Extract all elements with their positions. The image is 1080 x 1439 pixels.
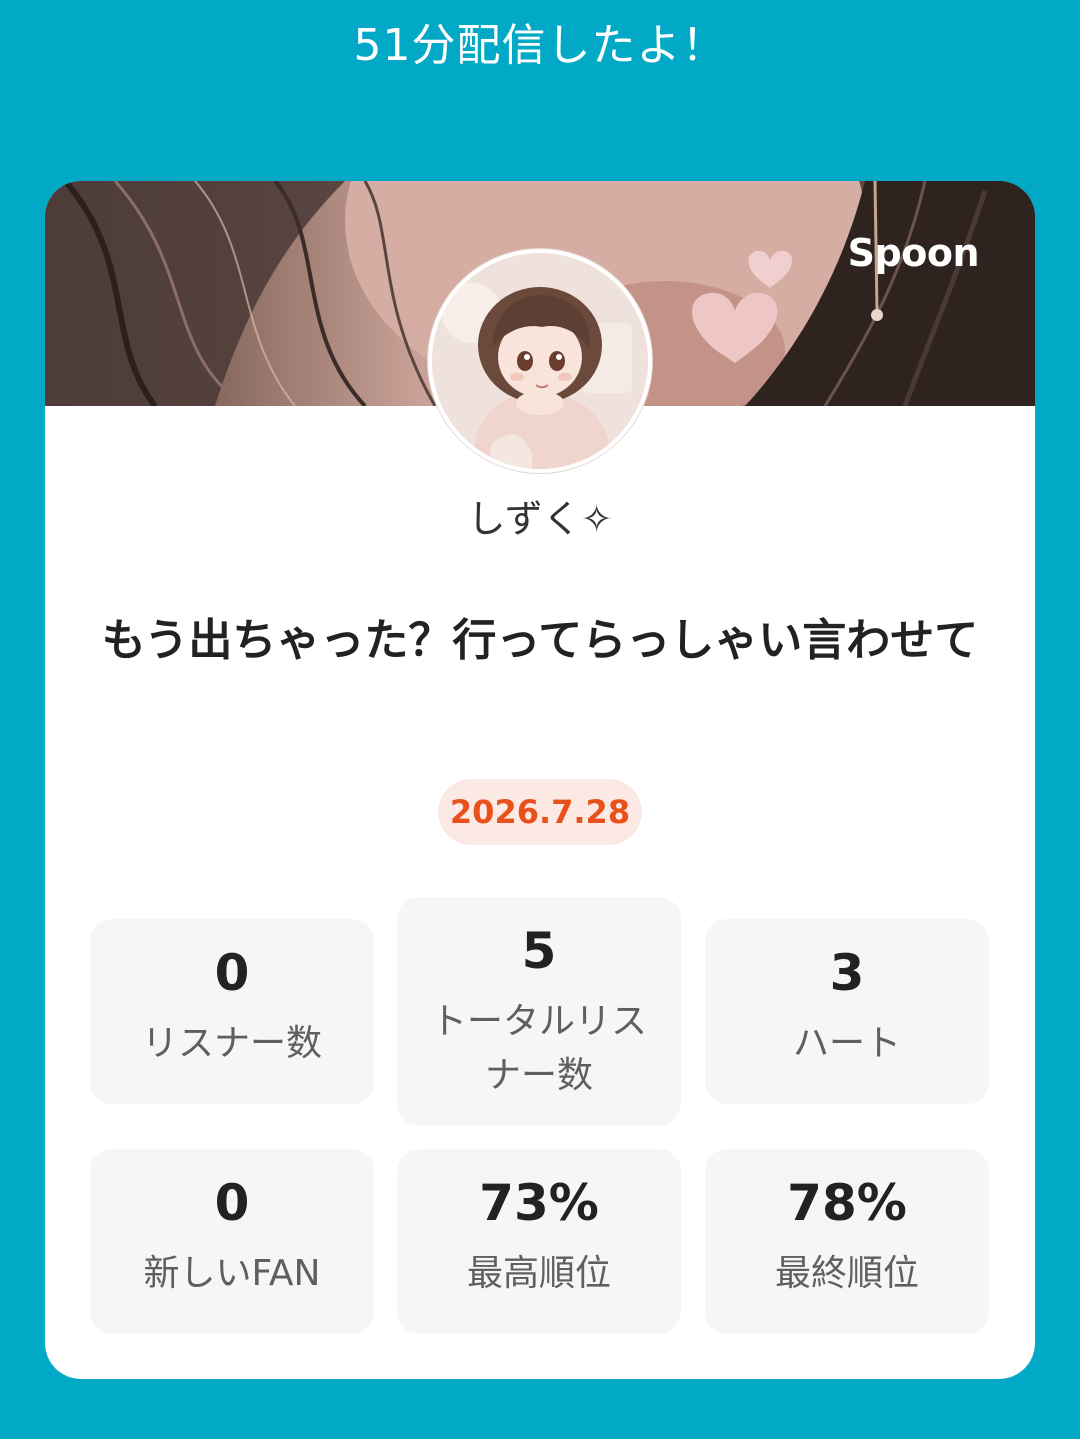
stat-value: 3 xyxy=(829,944,865,1002)
stat-highest-rank: 73% 最高順位 xyxy=(397,1149,681,1334)
broadcast-title: もう出ちゃった？行ってらっしゃい言わせて xyxy=(101,615,979,666)
stat-label: トータルリスナー数 xyxy=(430,1001,647,1096)
stat-total-listeners: 5 トータルリスナー数 xyxy=(397,897,681,1126)
broadcast-date-badge: 2026.7.28 xyxy=(438,779,642,845)
stat-listeners: 0 リスナー数 xyxy=(90,919,374,1104)
stat-value: 0 xyxy=(214,944,250,1002)
spoon-logo: Spoon xyxy=(847,231,980,275)
stat-label: リスナー数 xyxy=(141,1023,322,1064)
stat-label: 新しいFAN xyxy=(143,1253,321,1294)
stat-hearts: 3 ハート xyxy=(705,919,989,1104)
stat-new-fans: 0 新しいFAN xyxy=(90,1149,374,1334)
broadcast-result-card: Spoon しずく✧ もう出ちゃった？行ってらっしゃい言わせて 2026.7.2… xyxy=(45,181,1035,1379)
stat-value: 5 xyxy=(521,922,557,980)
stat-label: ハート xyxy=(792,1023,901,1064)
avatar-illustration xyxy=(432,253,648,469)
stat-label: 最終順位 xyxy=(774,1253,919,1294)
user-avatar[interactable] xyxy=(428,249,652,473)
broadcaster-name: しずく✧ xyxy=(467,497,613,541)
stat-final-rank: 78% 最終順位 xyxy=(705,1149,989,1334)
stat-label: 最高順位 xyxy=(466,1253,611,1294)
broadcast-summary-heading: 51分配信したよ！ xyxy=(353,20,727,71)
stat-value: 0 xyxy=(214,1174,250,1232)
stat-value: 78% xyxy=(787,1174,907,1232)
stat-value: 73% xyxy=(479,1174,599,1232)
